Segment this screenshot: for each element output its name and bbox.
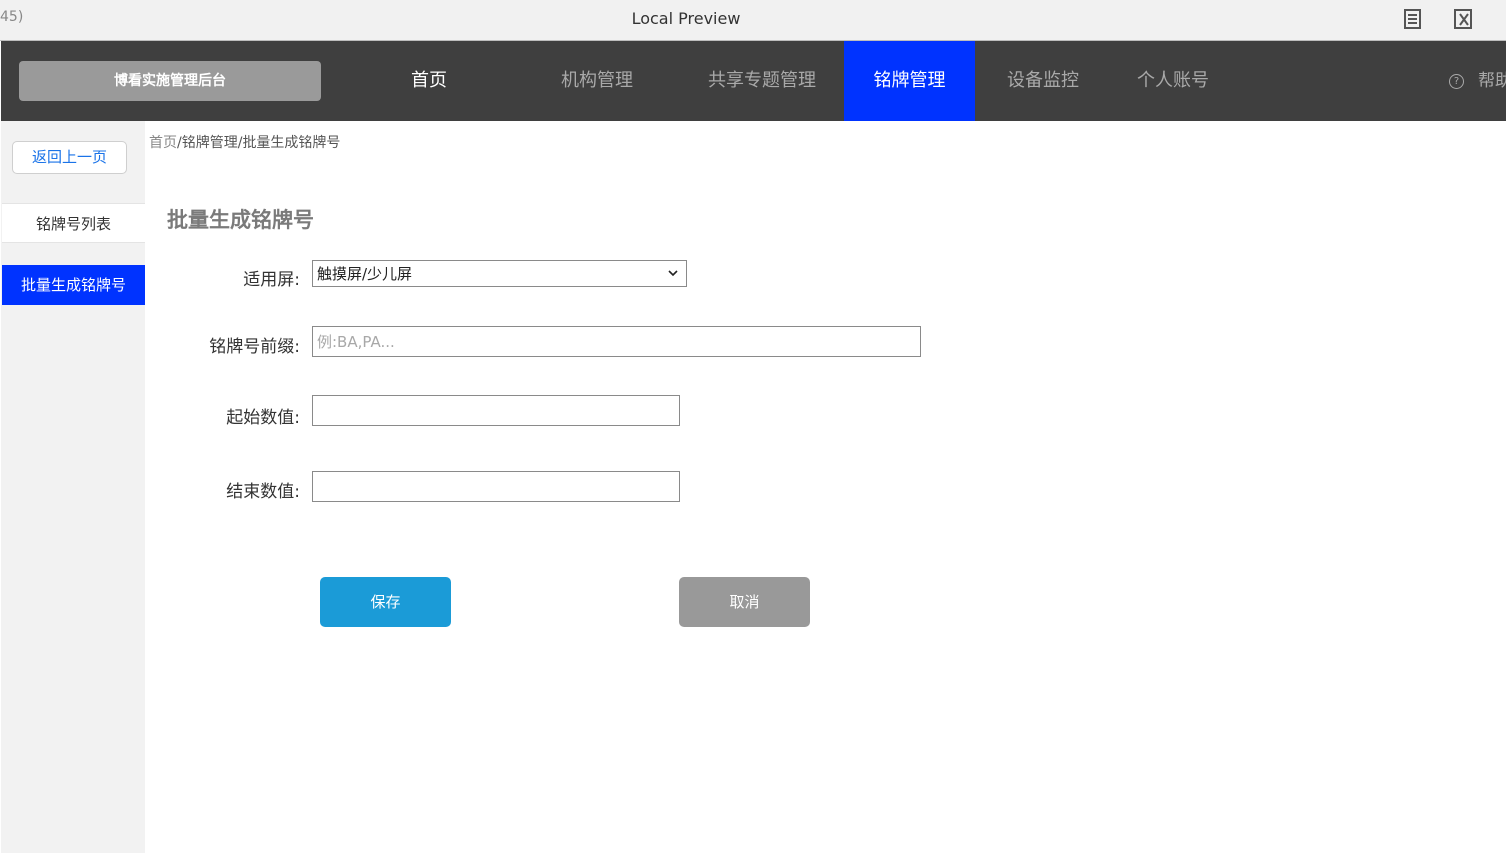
end-value-label: 结束数值: (226, 482, 300, 502)
cancel-button[interactable]: 取消 (679, 577, 810, 627)
window-title: Local Preview (631, 9, 741, 28)
end-value-input[interactable] (312, 471, 680, 502)
nav-personal-account[interactable]: 个人账号 (1125, 41, 1221, 121)
breadcrumb: 首页/铭牌管理/批量生成铭牌号 (149, 132, 340, 152)
screen-label: 适用屏: (243, 270, 300, 290)
document-icon[interactable] (1402, 8, 1424, 30)
brand-title[interactable]: 博看实施管理后台 (19, 61, 321, 101)
help-label: 帮助 (1478, 71, 1506, 91)
nav-device-monitor[interactable]: 设备监控 (995, 41, 1091, 121)
question-circle-icon: ? (1449, 73, 1464, 89)
start-value-label: 起始数值: (226, 408, 300, 428)
top-navigation: 博看实施管理后台 首页 机构管理 共享专题管理 铭牌管理 设备监控 个人账号 ?… (1, 41, 1506, 121)
help-link[interactable]: ? 帮助 (1449, 41, 1506, 121)
nav-nameplate[interactable]: 铭牌管理 (844, 41, 975, 121)
back-button[interactable]: 返回上一页 (12, 141, 127, 174)
prefix-label: 铭牌号前缀: (209, 337, 300, 357)
nav-home[interactable]: 首页 (381, 41, 477, 121)
screen-select[interactable]: 触摸屏/少儿屏 (312, 260, 687, 287)
prefix-input[interactable] (312, 326, 921, 357)
sidebar-item-nameplate-list[interactable]: 铭牌号列表 (2, 203, 145, 243)
window-title-bar: 45) Local Preview (0, 0, 1506, 41)
breadcrumb-section[interactable]: 铭牌管理 (182, 135, 238, 151)
save-button[interactable]: 保存 (320, 577, 451, 627)
nav-institution[interactable]: 机构管理 (549, 41, 645, 121)
breadcrumb-home[interactable]: 首页 (149, 135, 177, 151)
page-title: 批量生成铭牌号 (167, 208, 314, 232)
breadcrumb-current: 批量生成铭牌号 (242, 135, 341, 151)
close-x-icon[interactable] (1453, 8, 1475, 30)
start-value-input[interactable] (312, 395, 680, 426)
nav-shared-topics[interactable]: 共享专题管理 (701, 41, 823, 121)
